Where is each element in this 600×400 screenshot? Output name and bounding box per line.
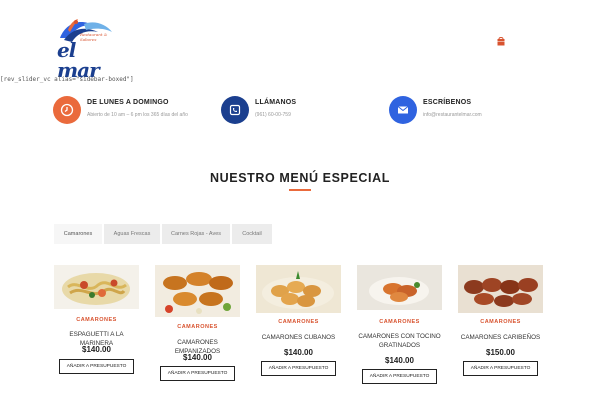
clock-icon [60,103,74,117]
phone-icon [229,104,241,116]
product-name[interactable]: CAMARONES CON TOCINO GRATINADOS [357,332,442,350]
caribbean-shrimp-image [458,265,543,313]
bacon-shrimp-image [357,265,442,310]
info-email-address[interactable]: info@restaurantelmar.com [423,112,482,118]
product-image[interactable] [357,265,442,310]
product-price: $140.00 [284,348,313,357]
product-image[interactable] [256,265,341,313]
info-phone-title: LLÁMANOS [255,99,297,106]
info-phone-circle[interactable] [221,96,249,124]
info-hours-description: Abierto de 10 am – 6 pm los 365 días del… [87,112,188,118]
product-price: $150.00 [486,348,515,357]
add-to-quote-button[interactable]: AÑADIR A PRESUPUESTO [362,369,437,384]
info-hours-title: DE LUNES A DOMINGO [87,99,169,106]
site-header: Restaurant & Sabores el mar [0,0,600,80]
slider-shortcode-text: [rev_slider_vc alias="sidebar-boxed"] [0,76,134,83]
product-category[interactable]: CAMARONES [357,319,442,325]
product-price: $140.00 [82,345,111,354]
site-logo[interactable]: Restaurant & Sabores el mar [54,16,120,80]
breaded-shrimp-image [155,265,240,317]
product-price: $140.00 [183,353,212,362]
spaghetti-dish-image [54,265,139,309]
tab-camarones[interactable]: Camarones [54,224,102,244]
tab-carnes-rojas-aves[interactable]: Carnes Rojas - Aves [162,224,230,244]
product-category[interactable]: CAMARONES [54,317,139,323]
add-to-quote-button[interactable]: AÑADIR A PRESUPUESTO [463,361,538,376]
title-divider [289,189,311,191]
add-to-quote-button[interactable]: AÑADIR A PRESUPUESTO [261,361,336,376]
add-to-quote-button[interactable]: AÑADIR A PRESUPUESTO [160,366,235,381]
product-price: $140.00 [385,356,414,365]
product-image[interactable] [54,265,139,309]
tab-cocktail[interactable]: Cocktail [232,224,272,244]
tab-aguas-frescas[interactable]: Aguas Frescas [104,224,160,244]
product-name[interactable]: CAMARONES CARIBEÑOS [458,333,543,342]
product-category[interactable]: CAMARONES [458,319,543,325]
info-email-title: ESCRÍBENOS [423,99,472,106]
info-hours-circle [53,96,81,124]
product-image[interactable] [458,265,543,313]
mail-icon [397,106,409,114]
shopping-bag-icon [497,37,505,46]
product-category[interactable]: CAMARONES [155,324,240,330]
add-to-quote-button[interactable]: AÑADIR A PRESUPUESTO [59,359,134,374]
cart-button[interactable] [496,33,506,46]
info-email-circle[interactable] [389,96,417,124]
product-category[interactable]: CAMARONES [256,319,341,325]
info-phone-number[interactable]: (961) 60-00-759 [255,112,291,118]
product-image[interactable] [155,265,240,317]
logo-wordmark: el mar [57,38,100,82]
product-name[interactable]: CAMARONES CUBANOS [256,333,341,342]
cuban-shrimp-image [256,265,341,313]
menu-section-title: NUESTRO MENÚ ESPECIAL [210,171,390,185]
